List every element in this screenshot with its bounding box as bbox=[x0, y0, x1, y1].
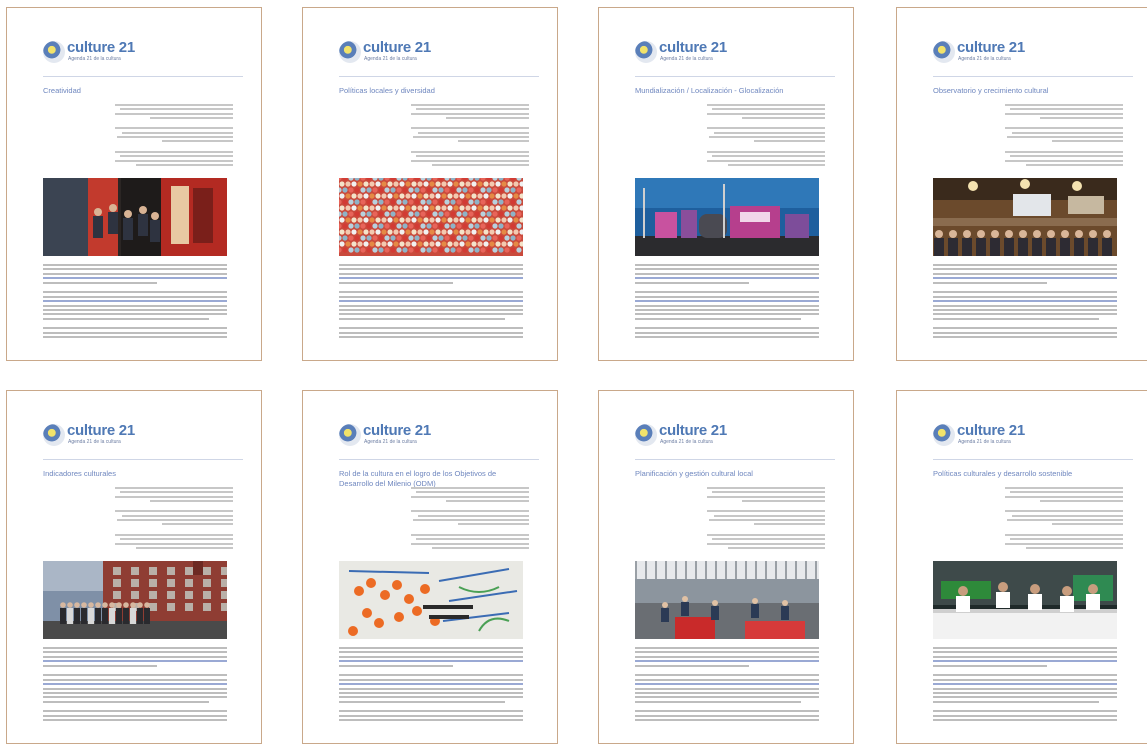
intro-text-block bbox=[411, 104, 529, 168]
body-text-block bbox=[635, 264, 819, 341]
culture21-logo: culture 21 Agenda 21 de la cultura bbox=[339, 39, 479, 65]
intro-text-block bbox=[707, 487, 825, 551]
document-page-7[interactable]: culture 21 Agenda 21 de la cultura Planifi… bbox=[598, 390, 854, 744]
page-title: Políticas locales y diversidad bbox=[339, 86, 435, 95]
document-page-1[interactable]: culture 21 Agenda 21 de la cultura Creativ… bbox=[6, 7, 262, 361]
document-page-3[interactable]: culture 21 Agenda 21 de la cultura Mundial… bbox=[598, 7, 854, 361]
page-photo-frame bbox=[635, 178, 819, 256]
page-title: Planificación y gestión cultural local bbox=[635, 469, 753, 478]
logo-brand: culture 21 bbox=[67, 39, 135, 56]
culture21-logo-icon bbox=[43, 424, 65, 446]
page-photo-frame bbox=[635, 561, 819, 639]
page-photo bbox=[43, 178, 227, 256]
culture21-logo: culture 21 Agenda 21 de la cultura bbox=[43, 39, 183, 65]
culture21-logo-icon bbox=[933, 41, 955, 63]
logo-tagline: Agenda 21 de la cultura bbox=[958, 56, 1011, 62]
header-divider bbox=[635, 459, 835, 460]
logo-tagline: Agenda 21 de la cultura bbox=[660, 56, 713, 62]
document-page-4[interactable]: culture 21 Agenda 21 de la cultura Observa… bbox=[896, 7, 1147, 361]
header-divider bbox=[635, 76, 835, 77]
logo-brand: culture 21 bbox=[67, 422, 135, 439]
header-divider bbox=[933, 76, 1133, 77]
logo-brand: culture 21 bbox=[363, 39, 431, 56]
body-text-block bbox=[43, 647, 227, 724]
page-photo bbox=[43, 561, 229, 639]
logo-brand: culture 21 bbox=[957, 422, 1025, 439]
culture21-logo-icon bbox=[339, 424, 361, 446]
intro-text-block bbox=[115, 104, 233, 168]
culture21-logo: culture 21 Agenda 21 de la cultura bbox=[933, 422, 1073, 448]
page-title: Creatividad bbox=[43, 86, 81, 95]
intro-text-block bbox=[115, 487, 233, 551]
header-divider bbox=[339, 76, 539, 77]
header-divider bbox=[43, 459, 243, 460]
page-title: Observatorio y crecimiento cultural bbox=[933, 86, 1049, 95]
culture21-logo-icon bbox=[635, 41, 657, 63]
logo-tagline: Agenda 21 de la cultura bbox=[68, 56, 121, 62]
culture21-logo: culture 21 Agenda 21 de la cultura bbox=[635, 39, 775, 65]
logo-brand: culture 21 bbox=[363, 422, 431, 439]
culture21-logo: culture 21 Agenda 21 de la cultura bbox=[635, 422, 775, 448]
culture21-logo-icon bbox=[339, 41, 361, 63]
logo-tagline: Agenda 21 de la cultura bbox=[68, 439, 121, 445]
culture21-logo: culture 21 Agenda 21 de la cultura bbox=[933, 39, 1073, 65]
logo-tagline: Agenda 21 de la cultura bbox=[364, 439, 417, 445]
page-photo bbox=[635, 561, 819, 639]
header-divider bbox=[43, 76, 243, 77]
body-text-block bbox=[43, 264, 227, 341]
logo-tagline: Agenda 21 de la cultura bbox=[958, 439, 1011, 445]
page-photo-frame bbox=[43, 561, 229, 639]
logo-tagline: Agenda 21 de la cultura bbox=[364, 56, 417, 62]
page-title: Políticas culturales y desarrollo sosten… bbox=[933, 469, 1073, 478]
logo-tagline: Agenda 21 de la cultura bbox=[660, 439, 713, 445]
culture21-logo-icon bbox=[43, 41, 65, 63]
page-photo bbox=[933, 561, 1117, 639]
logo-brand: culture 21 bbox=[659, 39, 727, 56]
page-title: Mundialización / Localización - Glocaliz… bbox=[635, 86, 784, 95]
page-title: Rol de la cultura en el logro de los Obj… bbox=[339, 469, 497, 488]
page-photo-frame bbox=[339, 561, 523, 639]
body-text-block bbox=[635, 647, 819, 724]
page-photo bbox=[339, 561, 523, 639]
document-page-2[interactable]: culture 21 Agenda 21 de la cultura Polític… bbox=[302, 7, 558, 361]
page-photo-frame bbox=[933, 561, 1117, 639]
intro-text-block bbox=[1005, 104, 1123, 168]
page-photo-frame bbox=[933, 178, 1117, 256]
document-page-8[interactable]: culture 21 Agenda 21 de la cultura Polític… bbox=[896, 390, 1147, 744]
page-photo bbox=[336, 175, 525, 256]
logo-brand: culture 21 bbox=[659, 422, 727, 439]
body-text-block bbox=[933, 264, 1117, 341]
document-page-5[interactable]: culture 21 Agenda 21 de la cultura Indicad… bbox=[6, 390, 262, 744]
body-text-block bbox=[339, 647, 523, 724]
page-photo bbox=[635, 178, 819, 256]
page-photo-frame bbox=[336, 175, 525, 256]
intro-text-block bbox=[707, 104, 825, 168]
page-photo bbox=[933, 178, 1117, 256]
culture21-logo: culture 21 Agenda 21 de la cultura bbox=[43, 422, 183, 448]
body-text-block bbox=[933, 647, 1117, 724]
document-page-6[interactable]: culture 21 Agenda 21 de la cultura Rol de … bbox=[302, 390, 558, 744]
page-title: Indicadores culturales bbox=[43, 469, 116, 478]
body-text-block bbox=[339, 264, 523, 341]
header-divider bbox=[933, 459, 1133, 460]
page-photo-frame bbox=[43, 178, 227, 256]
logo-brand: culture 21 bbox=[957, 39, 1025, 56]
header-divider bbox=[339, 459, 539, 460]
culture21-logo: culture 21 Agenda 21 de la cultura bbox=[339, 422, 479, 448]
intro-text-block bbox=[1005, 487, 1123, 551]
intro-text-block bbox=[411, 487, 529, 551]
culture21-logo-icon bbox=[933, 424, 955, 446]
culture21-logo-icon bbox=[635, 424, 657, 446]
